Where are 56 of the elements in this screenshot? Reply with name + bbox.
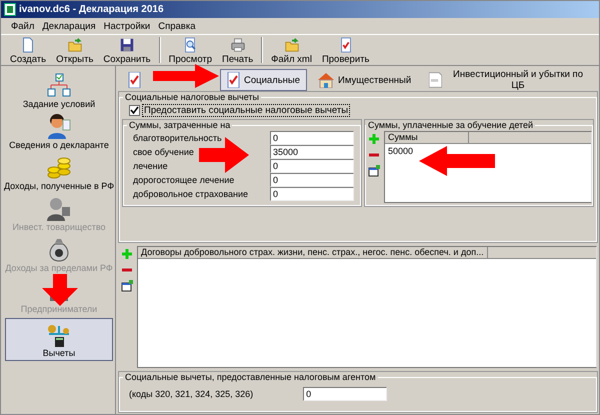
folder-arrow-icon (282, 37, 301, 53)
column-header[interactable]: Суммы (385, 132, 469, 143)
sidebar-item[interactable]: Вычеты (5, 318, 113, 361)
group-title: Социальные вычеты, предоставленные налоговым агентом (124, 372, 377, 383)
edit-window-icon[interactable] (368, 165, 380, 177)
group-title: Суммы, уплаченные за обучение детей (367, 120, 534, 131)
input-field[interactable]: 0 (303, 387, 388, 401)
toolbar-button[interactable]: Создать (5, 35, 52, 65)
sidebar-item[interactable]: Доходы, полученные в РФ (5, 152, 113, 193)
field-label: (коды 320, 321, 324, 325, 326) (129, 389, 254, 399)
toolbar-button[interactable]: Печать (217, 35, 258, 65)
column-header[interactable]: Договоры добровольного страх. жизни, пенс. страх., негос. пенс. обеспеч. и доп... (138, 247, 488, 258)
annotation-arrow (42, 274, 78, 306)
input-field[interactable]: 0 (270, 159, 354, 173)
toolbar-button[interactable]: Сохранить (98, 35, 156, 65)
field-label: дорогостоящее лечение (133, 175, 234, 185)
field-label: лечение (133, 161, 168, 171)
tab[interactable]: Инвестиционный и убытки по ЦБ (422, 69, 597, 91)
toolbar-button[interactable]: Открыть (51, 35, 98, 65)
provide-checkbox[interactable]: Предоставить социальные налоговые вычеты (129, 104, 593, 117)
window-title: ivanov.dc6 - Декларация 2016 (19, 4, 164, 15)
input-field[interactable]: 0 (270, 173, 354, 187)
annotation-arrow (153, 64, 219, 88)
menu-item[interactable]: Настройки (104, 20, 150, 32)
flowchart-icon (46, 72, 72, 98)
edit-window-icon[interactable] (121, 280, 133, 292)
checkbox[interactable] (129, 105, 140, 116)
group-title: Суммы, затраченные на (128, 120, 232, 131)
table-cell-text: 50000 (387, 145, 414, 158)
toolbar-button[interactable]: Файл xml (266, 35, 317, 65)
toolbar-button[interactable]: Проверить (316, 35, 374, 65)
toolbar-button[interactable]: Просмотр (164, 35, 218, 65)
sidebar-item[interactable]: Сведения о декларанте (5, 111, 113, 152)
document-icon (429, 72, 442, 88)
menu-item[interactable]: Декларация (42, 20, 96, 32)
menu-item[interactable]: Файл (11, 20, 34, 32)
printer-icon (228, 37, 247, 53)
coins-icon (46, 154, 72, 180)
field-label: благотворительность (133, 133, 222, 143)
group-title: Социальные налоговые вычеты (124, 92, 260, 103)
person-icon (46, 114, 72, 140)
input-field[interactable]: 0 (270, 187, 354, 201)
app-icon (4, 3, 16, 16)
checked-document-icon (227, 72, 240, 88)
input-field[interactable]: 35000 (270, 145, 354, 159)
tab[interactable]: Социальные (220, 69, 308, 91)
house-icon (318, 72, 334, 88)
tab[interactable]: Имущественный (311, 69, 418, 91)
input-field[interactable]: 0 (270, 131, 354, 145)
sidebar-item[interactable]: Задание условий (5, 70, 113, 111)
checked-document-icon (128, 72, 141, 88)
folder-icon (66, 37, 84, 53)
menu-item[interactable]: Справка (158, 20, 196, 32)
field-label: свое обучение (133, 147, 194, 157)
person-icon (46, 196, 72, 222)
field-label: добровольное страхование (133, 189, 248, 199)
